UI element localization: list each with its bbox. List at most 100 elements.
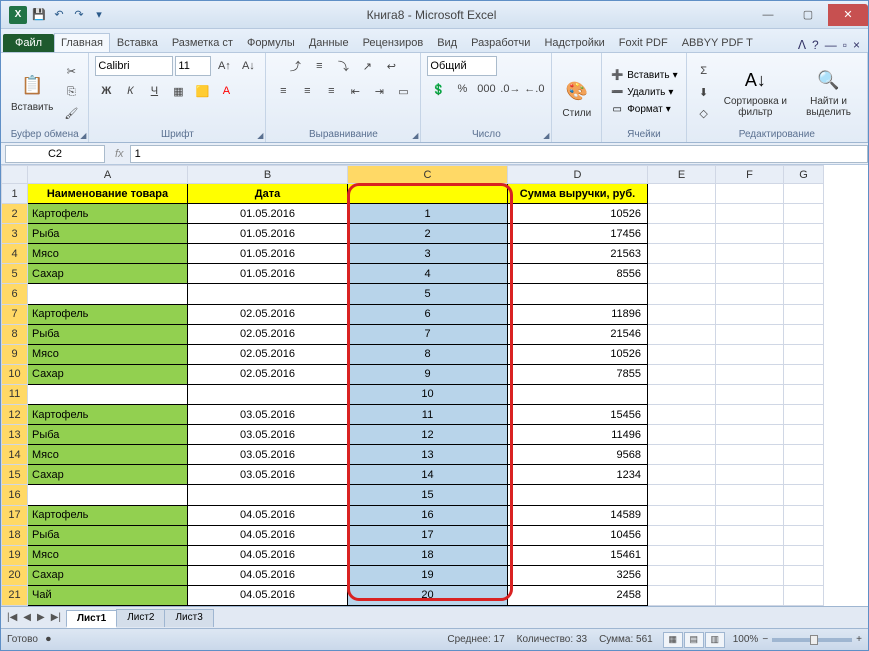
row-header[interactable]: 10 [2, 364, 28, 384]
cell[interactable] [784, 324, 824, 344]
cell[interactable] [784, 505, 824, 525]
font-color-icon[interactable]: A [215, 81, 237, 101]
cell-selected[interactable]: 2 [348, 224, 508, 244]
fill-icon[interactable]: ⬇ [693, 82, 715, 102]
table-header[interactable] [348, 184, 508, 204]
ribbon-tab[interactable]: Разметка ст [165, 33, 240, 52]
cell[interactable] [648, 224, 716, 244]
paste-button[interactable]: 📋 Вставить [7, 70, 57, 115]
cell[interactable] [784, 425, 824, 445]
sheet-nav-prev-icon[interactable]: ◀ [21, 612, 33, 623]
cell-selected[interactable]: 12 [348, 425, 508, 445]
cell-selected[interactable]: 5 [348, 284, 508, 304]
cell[interactable]: 01.05.2016 [188, 204, 348, 224]
cell[interactable]: 21546 [508, 324, 648, 344]
number-format-select[interactable] [427, 56, 497, 76]
cell[interactable]: 10526 [508, 204, 648, 224]
cell[interactable] [784, 244, 824, 264]
cell-selected[interactable]: 11 [348, 405, 508, 425]
cell[interactable] [648, 284, 716, 304]
row-header[interactable]: 17 [2, 505, 28, 525]
cut-icon[interactable]: ✂ [60, 61, 82, 81]
cell[interactable] [648, 505, 716, 525]
dec-decimal-icon[interactable]: ←.0 [523, 79, 545, 99]
cell[interactable]: Мясо [28, 344, 188, 364]
cell[interactable]: 10456 [508, 525, 648, 545]
indent-dec-icon[interactable]: ⇤ [344, 81, 366, 101]
cell[interactable] [28, 485, 188, 505]
sheet-nav-next-icon[interactable]: ▶ [35, 612, 47, 623]
row-header[interactable]: 8 [2, 324, 28, 344]
row-header[interactable]: 2 [2, 204, 28, 224]
sheet-tab[interactable]: Лист2 [116, 609, 165, 627]
cell[interactable] [716, 525, 784, 545]
cell[interactable] [784, 525, 824, 545]
cell[interactable]: Чай [28, 585, 188, 605]
cell[interactable]: Сахар [28, 565, 188, 585]
cell[interactable] [784, 405, 824, 425]
shrink-font-icon[interactable]: A↓ [237, 56, 259, 76]
col-header-D[interactable]: D [508, 166, 648, 184]
cell[interactable] [784, 204, 824, 224]
sort-filter-button[interactable]: A↓ Сортировка и фильтр [718, 64, 794, 120]
macro-record-icon[interactable]: ⏺ [46, 634, 51, 645]
row-header[interactable]: 1 [2, 184, 28, 204]
cell[interactable]: Картофель [28, 505, 188, 525]
cell[interactable]: 3256 [508, 565, 648, 585]
format-painter-icon[interactable]: 🖌 [60, 103, 82, 123]
spreadsheet-grid[interactable]: A B C D E F G 1 Наименование товара Дата… [1, 165, 824, 606]
cell[interactable] [648, 304, 716, 324]
cell[interactable] [648, 264, 716, 284]
orientation-icon[interactable]: ↗ [356, 56, 378, 76]
table-header[interactable]: Сумма выручки, руб. [508, 184, 648, 204]
row-header[interactable]: 21 [2, 585, 28, 605]
cell[interactable] [716, 224, 784, 244]
cell[interactable]: Картофель [28, 405, 188, 425]
merge-icon[interactable]: ▭ [392, 81, 414, 101]
cell[interactable] [508, 284, 648, 304]
cell-selected[interactable]: 18 [348, 545, 508, 565]
border-icon[interactable]: ▦ [167, 81, 189, 101]
cell[interactable] [716, 405, 784, 425]
cell[interactable]: Мясо [28, 545, 188, 565]
cell[interactable]: 15461 [508, 545, 648, 565]
cell[interactable]: 1234 [508, 465, 648, 485]
cell[interactable] [716, 445, 784, 465]
minimize-button[interactable]: — [748, 4, 788, 26]
cell-selected[interactable]: 15 [348, 485, 508, 505]
cell[interactable] [648, 405, 716, 425]
cell[interactable] [716, 284, 784, 304]
row-header[interactable]: 13 [2, 425, 28, 445]
row-header[interactable]: 3 [2, 224, 28, 244]
sheet-tab[interactable]: Лист3 [164, 609, 213, 627]
cell[interactable] [716, 465, 784, 485]
formula-bar[interactable]: 1 [130, 145, 868, 163]
align-left-icon[interactable]: ≡ [272, 81, 294, 101]
cell[interactable] [716, 344, 784, 364]
cell[interactable]: Сахар [28, 364, 188, 384]
ribbon-tab[interactable]: ABBYY PDF T [675, 33, 760, 52]
row-header[interactable]: 9 [2, 344, 28, 364]
inc-decimal-icon[interactable]: .0→ [499, 79, 521, 99]
comma-icon[interactable]: 000 [475, 79, 497, 99]
sheet-nav-first-icon[interactable]: |◀ [5, 612, 19, 623]
row-header[interactable]: 12 [2, 405, 28, 425]
cell[interactable] [784, 585, 824, 605]
cell[interactable]: 04.05.2016 [188, 585, 348, 605]
view-pagebreak-icon[interactable]: ▥ [705, 632, 725, 648]
child-restore-icon[interactable]: ▫ [843, 38, 847, 52]
view-normal-icon[interactable]: ▦ [663, 632, 683, 648]
cell[interactable]: 03.05.2016 [188, 425, 348, 445]
help-icon[interactable]: ? [812, 38, 819, 52]
cell[interactable]: 01.05.2016 [188, 264, 348, 284]
zoom-level[interactable]: 100% [733, 634, 759, 645]
cell[interactable] [648, 244, 716, 264]
select-all-corner[interactable] [2, 166, 28, 184]
close-button[interactable]: ✕ [828, 4, 868, 26]
cell[interactable] [784, 445, 824, 465]
cell-selected[interactable]: 16 [348, 505, 508, 525]
font-size-select[interactable] [175, 56, 211, 76]
cell[interactable] [716, 304, 784, 324]
cell[interactable] [648, 364, 716, 384]
font-launcher-icon[interactable]: ◢ [257, 131, 263, 140]
